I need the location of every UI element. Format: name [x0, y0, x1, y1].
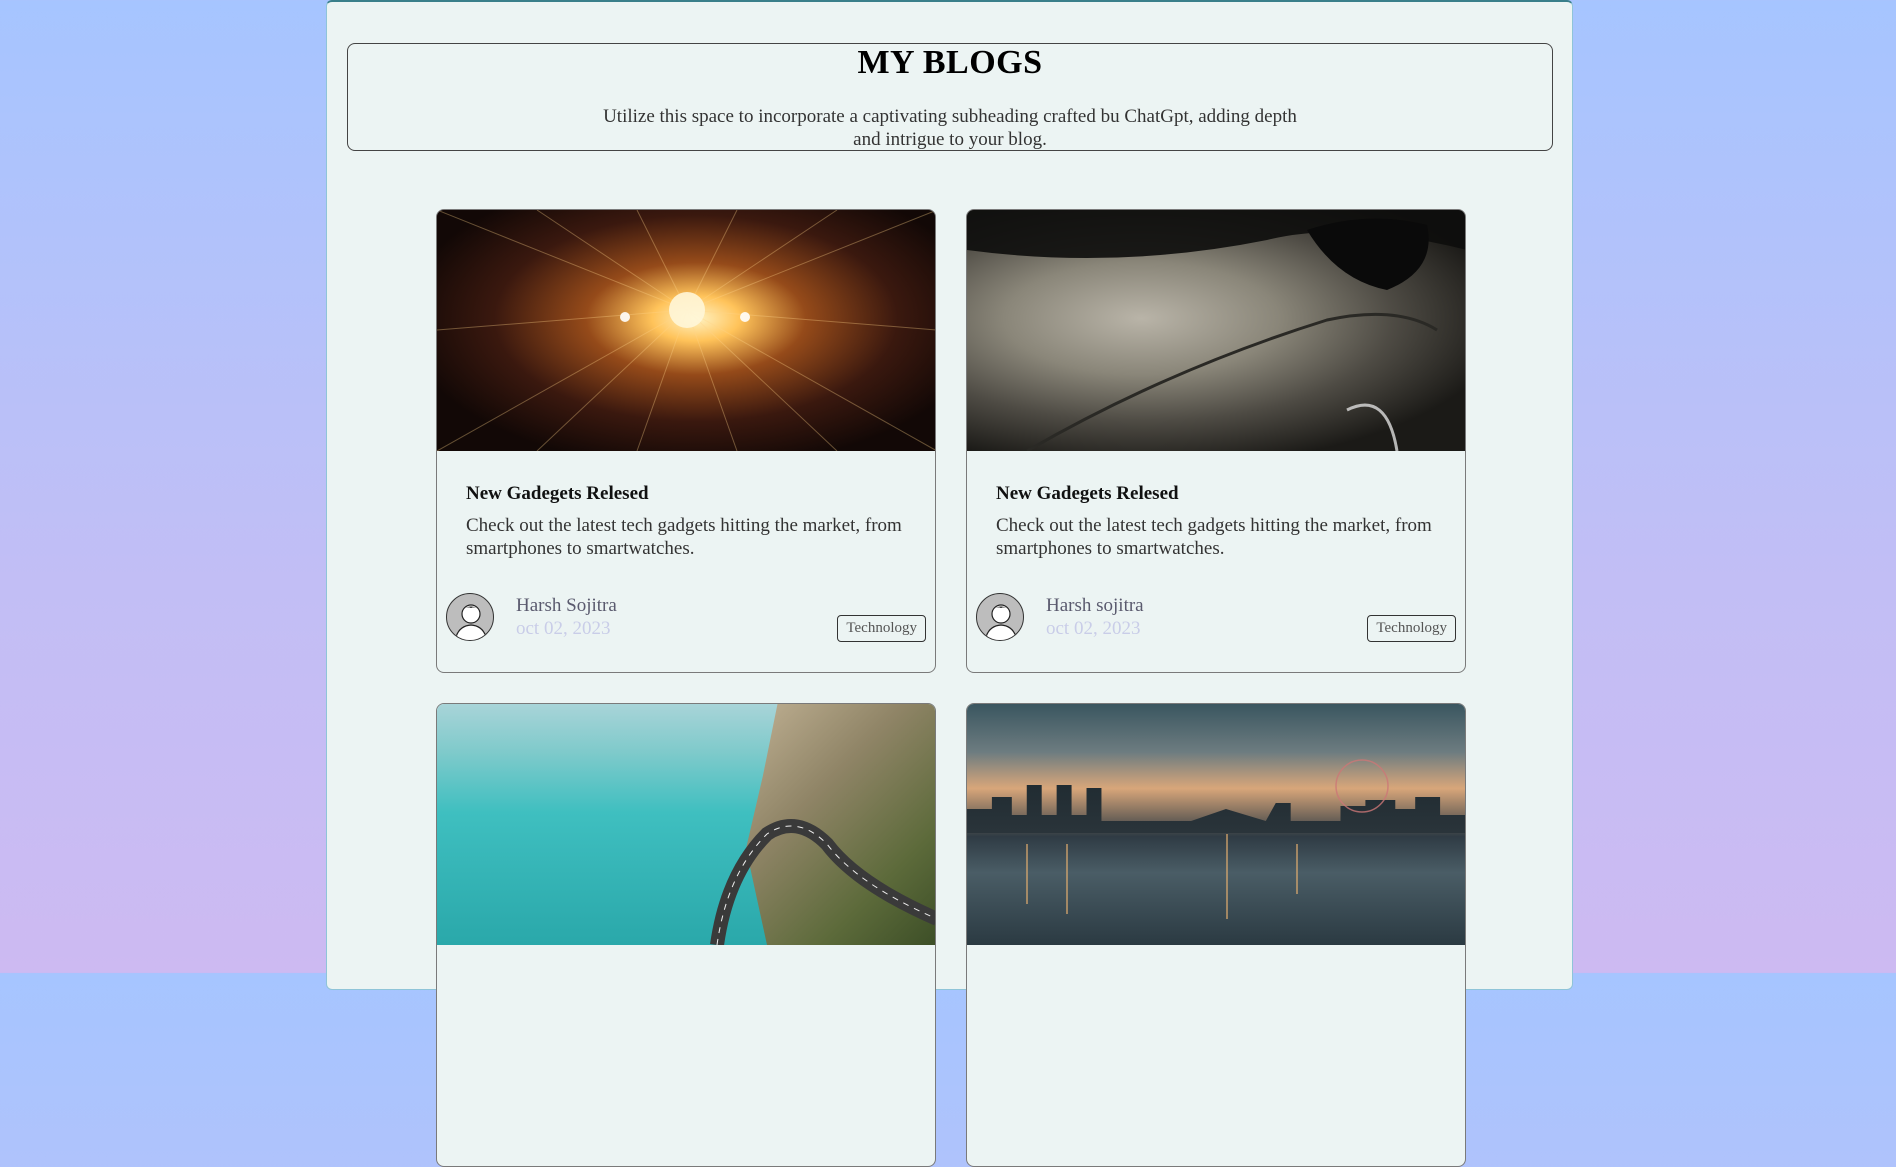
category-tag[interactable]: Technology — [1367, 615, 1456, 642]
card-image — [437, 704, 935, 945]
blog-card[interactable]: New Gadegets Relesed Check out the lates… — [966, 209, 1466, 673]
blog-card[interactable] — [436, 703, 936, 1167]
author-name: Harsh sojitra — [1046, 595, 1144, 616]
page-title: MY BLOGS — [857, 44, 1043, 81]
post-date: oct 02, 2023 — [516, 618, 611, 639]
post-date: oct 02, 2023 — [1046, 618, 1141, 639]
page-subtitle: Utilize this space to incorporate a capt… — [603, 106, 1297, 150]
author-avatar — [976, 593, 1024, 641]
card-title[interactable]: New Gadegets Relesed — [996, 483, 1179, 505]
author-avatar — [446, 593, 494, 641]
card-description: Check out the latest tech gadgets hittin… — [996, 515, 1432, 559]
card-image — [967, 704, 1465, 945]
author-name: Harsh Sojitra — [516, 595, 617, 616]
card-description: Check out the latest tech gadgets hittin… — [466, 515, 902, 559]
card-image — [967, 210, 1465, 451]
card-title[interactable]: New Gadegets Relesed — [466, 483, 649, 505]
blog-card[interactable]: New Gadegets Relesed Check out the lates… — [436, 209, 936, 673]
blog-container: MY BLOGS Utilize this space to incorpora… — [326, 0, 1573, 1167]
blog-card[interactable] — [966, 703, 1466, 1167]
blog-header: MY BLOGS Utilize this space to incorpora… — [347, 43, 1553, 151]
category-tag[interactable]: Technology — [837, 615, 926, 642]
card-image — [437, 210, 935, 451]
